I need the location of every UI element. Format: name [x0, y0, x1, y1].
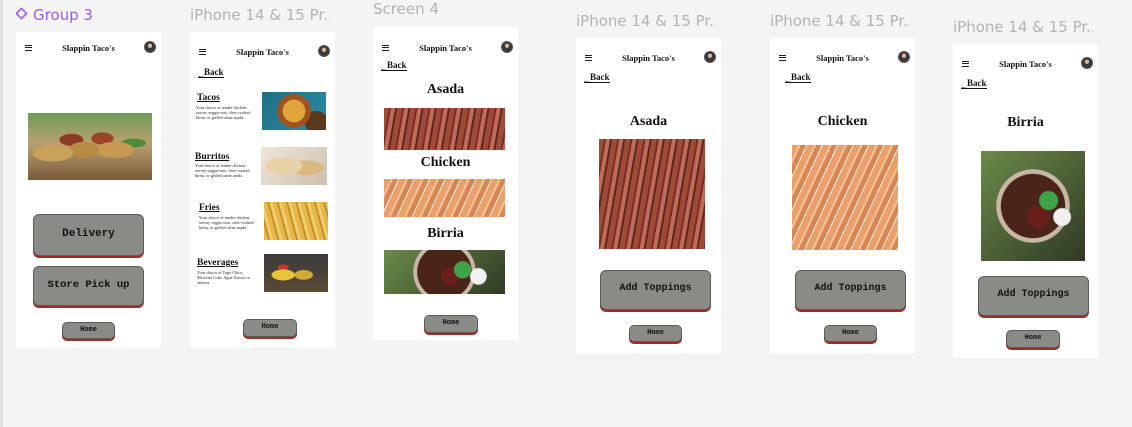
back-link[interactable]: ← Back: [784, 72, 811, 85]
asada-image[interactable]: [384, 108, 505, 150]
home-button[interactable]: Home: [243, 319, 297, 337]
app-header: Slappin Taco's: [190, 43, 335, 63]
menu-item-fries-name[interactable]: Fries: [199, 203, 220, 213]
screen-home: Slappin Taco's Delivery Store Pick up Ho…: [16, 32, 161, 347]
app-header: Slappin Taco's: [770, 49, 915, 69]
screen-fillings: Slappin Taco's ← Back Asada Chicken Birri…: [373, 27, 518, 340]
avatar[interactable]: [318, 45, 330, 57]
menu-item-tacos-name[interactable]: Tacos: [197, 93, 220, 103]
menu-item-fries-desc: Your choice of tender chicken, savory ve…: [199, 215, 254, 230]
back-arrow-icon: ←: [583, 76, 591, 85]
back-label: Back: [387, 60, 407, 70]
menu-item-beverages-desc: Your choice of Topo Chico, Mexican Coke,…: [197, 270, 251, 285]
fries-image[interactable]: [264, 202, 328, 240]
app-header: Slappin Taco's: [953, 55, 1098, 75]
home-button[interactable]: Home: [62, 322, 115, 339]
avatar[interactable]: [1081, 57, 1093, 69]
add-toppings-button[interactable]: Add Toppings: [978, 276, 1089, 316]
back-link[interactable]: ← Back: [583, 72, 610, 85]
back-arrow-icon: ←: [380, 64, 388, 73]
back-link[interactable]: ← Back: [960, 78, 987, 91]
dish-title-asada: Asada: [426, 82, 465, 97]
canvas-edge: [0, 0, 3, 427]
screen-menu: Slappin Taco's ← Back Tacos Your choice o…: [190, 32, 335, 347]
brand-name: Slappin Taco's: [816, 53, 869, 63]
screen-asada-detail: Slappin Taco's ← Back Asada Add Toppings …: [576, 38, 721, 353]
tacos-image[interactable]: [262, 92, 326, 130]
brand-name: Slappin Taco's: [419, 43, 472, 53]
dish-title: Birria: [1007, 115, 1044, 130]
back-arrow-icon: ←: [784, 76, 792, 85]
screen-birria-detail: Slappin Taco's ← Back Birria Add Toppings…: [953, 45, 1098, 358]
brand-name: Slappin Taco's: [236, 47, 289, 57]
back-label: Back: [590, 72, 610, 82]
chicken-image[interactable]: [384, 179, 505, 217]
frame-label-text: Group 3: [33, 6, 93, 24]
dish-title-chicken: Chicken: [420, 155, 471, 170]
back-label: Back: [967, 78, 987, 88]
home-button[interactable]: Home: [1006, 330, 1060, 348]
frame-label-3[interactable]: Screen 4: [373, 0, 513, 18]
avatar[interactable]: [704, 51, 716, 63]
frame-label-5[interactable]: iPhone 14 & 15 Pr...: [770, 12, 910, 30]
brand-name: Slappin Taco's: [999, 59, 1052, 69]
add-toppings-button[interactable]: Add Toppings: [600, 270, 711, 310]
brand-name: Slappin Taco's: [622, 53, 675, 63]
dish-title: Asada: [629, 114, 668, 129]
asada-image: [599, 139, 705, 249]
birria-image[interactable]: [384, 250, 505, 294]
frame-label-group-3[interactable]: Group 3: [16, 6, 93, 24]
back-arrow-icon: ←: [960, 82, 968, 91]
delivery-button[interactable]: Delivery: [33, 214, 144, 256]
app-header: Slappin Taco's: [373, 39, 518, 59]
frame-label-2[interactable]: iPhone 14 & 15 Pr...: [190, 6, 330, 24]
dish-title: Chicken: [817, 114, 868, 129]
tacos-hero-image: [28, 113, 152, 180]
beverages-image[interactable]: [264, 254, 328, 292]
app-header: Slappin Taco's: [16, 39, 161, 59]
home-button[interactable]: Home: [629, 325, 682, 342]
back-arrow-icon: ←: [197, 71, 205, 80]
app-header: Slappin Taco's: [576, 49, 721, 69]
component-icon: [16, 7, 28, 20]
frame-label-4[interactable]: iPhone 14 & 15 Pr...: [576, 12, 716, 30]
home-button[interactable]: Home: [424, 315, 478, 333]
home-button[interactable]: Home: [824, 325, 877, 342]
dish-title-birria: Birria: [427, 226, 464, 241]
avatar[interactable]: [144, 41, 156, 53]
birria-image: [981, 151, 1085, 261]
menu-item-beverages-name[interactable]: Beverages: [197, 258, 238, 268]
store-pickup-button[interactable]: Store Pick up: [33, 266, 144, 306]
menu-item-burritos-name[interactable]: Burritos: [195, 152, 229, 162]
avatar[interactable]: [501, 41, 513, 53]
avatar[interactable]: [898, 51, 910, 63]
frame-label-6[interactable]: iPhone 14 & 15 Pr...: [953, 18, 1093, 36]
add-toppings-button[interactable]: Add Toppings: [795, 270, 906, 310]
menu-item-burritos-desc: Your choice of tender chicken, savory ve…: [195, 163, 250, 178]
burrito-image[interactable]: [261, 147, 327, 185]
brand-name: Slappin Taco's: [62, 43, 115, 53]
menu-item-tacos-desc: Your choice of tender chicken, savory ve…: [196, 105, 251, 120]
back-link[interactable]: ← Back: [380, 60, 407, 73]
back-label: Back: [791, 72, 811, 82]
screen-chicken-detail: Slappin Taco's ← Back Chicken Add Topping…: [770, 38, 915, 353]
chicken-image: [792, 145, 898, 250]
back-link[interactable]: ← Back: [197, 67, 224, 80]
back-label: Back: [204, 67, 224, 77]
